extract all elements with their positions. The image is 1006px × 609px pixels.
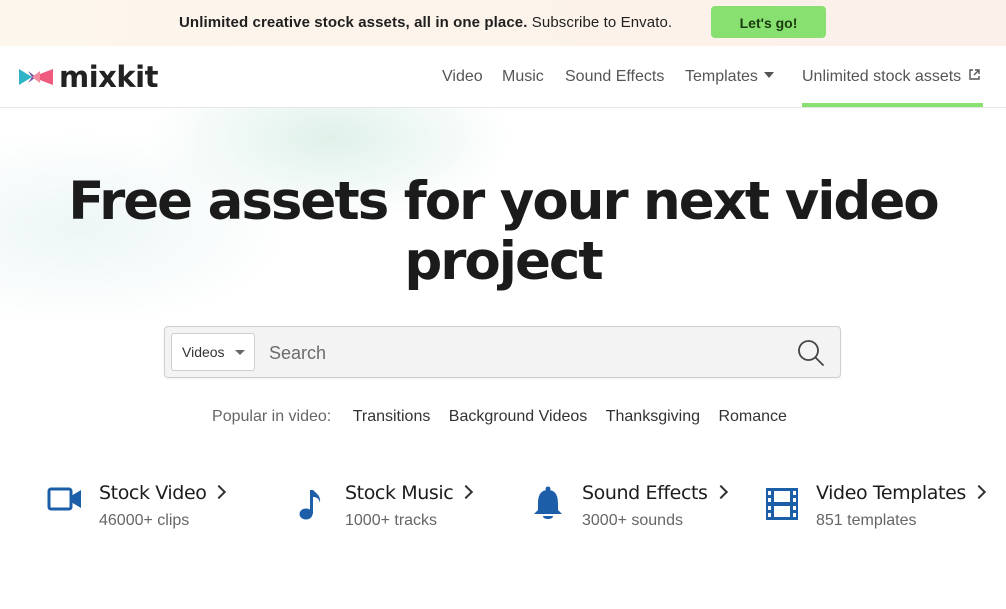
mixkit-logo-icon xyxy=(19,69,53,85)
category-title-text: Stock Video xyxy=(99,482,207,504)
popular-tag-transitions[interactable]: Transitions xyxy=(353,408,431,425)
category-title: Stock Video xyxy=(99,482,227,504)
category-video-templates[interactable]: Video Templates 851 templates xyxy=(766,480,986,540)
popular-tag-background-videos[interactable]: Background Videos xyxy=(449,408,587,425)
popular-searches: Popular in video: Transitions Background… xyxy=(0,408,1006,426)
search-icon[interactable] xyxy=(797,339,825,367)
popular-label: Popular in video: xyxy=(212,408,332,425)
promo-banner: Unlimited creative stock assets, all in … xyxy=(0,0,1006,46)
promo-text: Unlimited creative stock assets, all in … xyxy=(179,14,672,31)
nav-music[interactable]: Music xyxy=(502,67,544,87)
chevron-right-icon xyxy=(971,484,986,500)
site-header: mixkit Video Music Sound Effects Templat… xyxy=(0,46,1006,108)
hero-title-line2: project xyxy=(404,231,603,292)
hero-title-line1: Free assets for your next video xyxy=(68,171,939,232)
category-title-text: Video Templates xyxy=(816,482,966,504)
music-note-icon xyxy=(299,490,321,520)
category-subtitle: 3000+ sounds xyxy=(582,512,683,529)
nav-video[interactable]: Video xyxy=(442,67,483,87)
lets-go-button[interactable]: Let's go! xyxy=(711,6,826,38)
search-category-value: Videos xyxy=(182,344,225,360)
category-subtitle: 1000+ tracks xyxy=(345,512,438,529)
bell-icon xyxy=(534,486,562,519)
category-subtitle: 46000+ clips xyxy=(99,512,190,529)
chevron-right-icon xyxy=(459,484,474,500)
category-stock-video[interactable]: Stock Video 46000+ clips xyxy=(47,480,237,540)
chevron-right-icon xyxy=(713,484,728,500)
logo[interactable]: mixkit xyxy=(19,62,158,92)
category-title-text: Sound Effects xyxy=(582,482,708,504)
nav-templates-label: Templates xyxy=(685,68,758,85)
popular-tag-thanksgiving[interactable]: Thanksgiving xyxy=(606,408,700,425)
nav-unlimited-stock-assets[interactable]: Unlimited stock assets xyxy=(802,67,980,87)
external-link-icon xyxy=(969,69,980,80)
film-strip-icon xyxy=(766,488,798,520)
category-title: Stock Music xyxy=(345,482,474,504)
category-stock-music[interactable]: Stock Music 1000+ tracks xyxy=(298,480,478,540)
nav-sound-effects[interactable]: Sound Effects xyxy=(565,67,664,87)
nav-templates[interactable]: Templates xyxy=(685,67,774,87)
hero-title: Free assets for your next video project xyxy=(0,172,1006,292)
nav-unlimited-label: Unlimited stock assets xyxy=(802,68,962,85)
promo-subscribe-text: Subscribe to Envato. xyxy=(531,14,673,31)
caret-down-icon xyxy=(763,71,774,78)
category-sound-effects[interactable]: Sound Effects 3000+ sounds xyxy=(532,480,732,540)
category-title: Sound Effects xyxy=(582,482,728,504)
active-nav-underline xyxy=(802,103,983,107)
chevron-right-icon xyxy=(212,484,227,500)
chevron-down-icon xyxy=(235,350,245,355)
logo-wordmark: mixkit xyxy=(59,60,158,94)
popular-tag-romance[interactable]: Romance xyxy=(718,408,786,425)
promo-bold-text: Unlimited creative stock assets, all in … xyxy=(179,14,528,31)
search-category-select[interactable]: Videos xyxy=(171,333,255,371)
search-bar: Videos xyxy=(164,326,841,378)
video-camera-icon xyxy=(47,487,81,511)
category-subtitle: 851 templates xyxy=(816,512,917,529)
category-title: Video Templates xyxy=(816,482,986,504)
search-input[interactable] xyxy=(267,335,771,371)
category-title-text: Stock Music xyxy=(345,482,454,504)
